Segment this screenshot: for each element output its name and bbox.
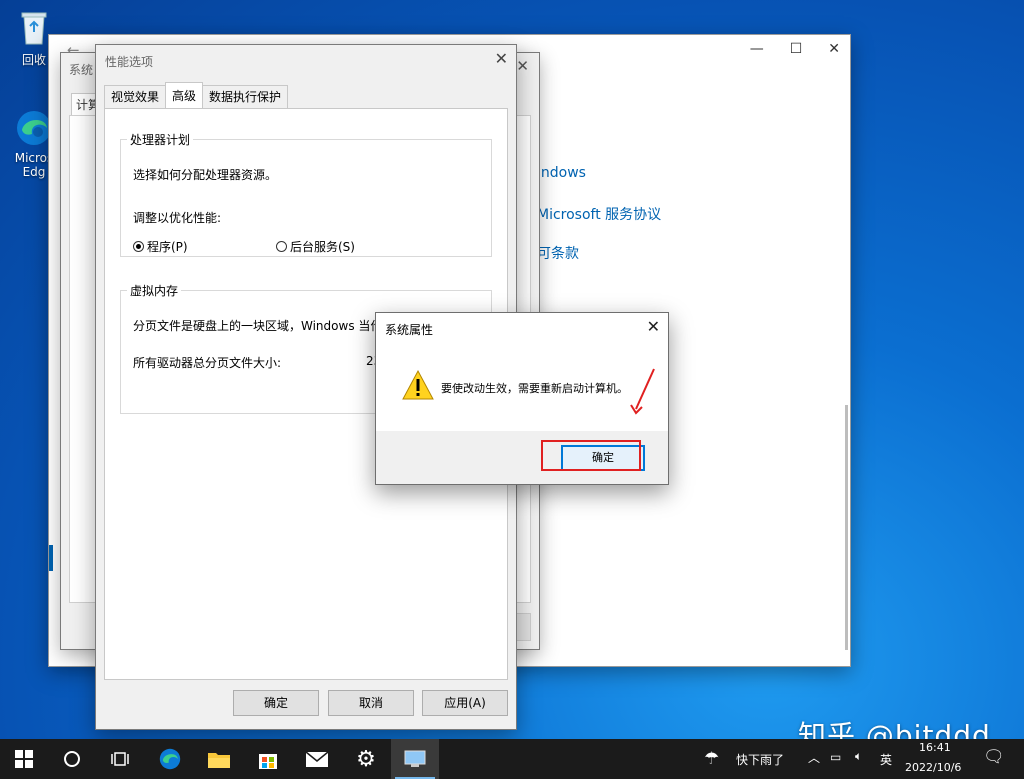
total-paging-label: 所有驱动器总分页文件大小:	[133, 356, 282, 370]
dialog-message: 要使改动生效，需要重新启动计算机。	[441, 382, 628, 395]
settings-link-service-agreement[interactable]: Microsoft 服务协议	[537, 204, 661, 243]
tab-dep[interactable]: 数据执行保护	[202, 85, 289, 108]
weather-text[interactable]: 快下雨了	[736, 751, 784, 768]
maximize-icon[interactable]: ☐	[790, 41, 803, 57]
folder-icon	[208, 753, 230, 768]
task-view-icon	[111, 752, 129, 766]
close-icon[interactable]: ✕	[828, 41, 840, 57]
taskbar-edge[interactable]	[146, 739, 194, 779]
clock-time[interactable]: 16:41	[919, 741, 951, 754]
ok-button[interactable]: 确定	[233, 690, 319, 716]
taskbar-system-properties[interactable]	[391, 739, 439, 779]
processor-scheduling-group: 处理器计划 选择如何分配处理器资源。 调整以优化性能: 程序(P) 后台服务(S…	[120, 131, 492, 257]
dialog-title: 性能选项	[105, 55, 154, 69]
search-button[interactable]	[48, 739, 96, 779]
highlight-box	[541, 440, 641, 471]
chevron-up-icon[interactable]: ︿	[808, 749, 820, 766]
radio-programs[interactable]: 程序(P)	[133, 238, 188, 255]
tab-advanced[interactable]: 高级	[165, 82, 204, 108]
close-icon[interactable]: ✕	[647, 317, 660, 336]
computer-icon	[404, 750, 426, 767]
nav-accent-bar	[49, 545, 53, 571]
edge-icon	[159, 748, 181, 770]
radio-label: 程序(P)	[147, 240, 188, 254]
group-legend: 处理器计划	[130, 133, 191, 147]
scrollbar[interactable]	[845, 405, 848, 650]
annotation-arrow-icon	[630, 368, 655, 415]
taskbar-file-explorer[interactable]	[195, 739, 243, 779]
network-icon[interactable]: ▭	[830, 750, 841, 764]
gear-icon: ⚙	[356, 746, 376, 772]
mail-icon	[305, 751, 329, 767]
taskbar-mail[interactable]	[293, 739, 341, 779]
weather-umbrella-icon[interactable]: ☂	[704, 749, 719, 769]
notification-icon[interactable]: 🗨︎	[983, 747, 1005, 767]
minimize-icon[interactable]: —	[750, 41, 764, 57]
restart-required-dialog: 系统属性 ✕ 要使改动生效，需要重新启动计算机。 确定	[375, 312, 669, 485]
settings-link-windows[interactable]: indows	[537, 165, 661, 204]
taskbar-store[interactable]	[244, 739, 292, 779]
radio-label: 后台服务(S)	[290, 240, 355, 254]
settings-link-terms[interactable]: 可条款	[537, 243, 661, 282]
taskbar-settings[interactable]: ⚙	[342, 739, 390, 779]
tab-visual-effects[interactable]: 视觉效果	[104, 85, 167, 108]
warning-icon	[401, 369, 435, 401]
ime-indicator[interactable]: 英	[880, 751, 892, 768]
apply-button[interactable]: 应用(A)	[422, 690, 508, 716]
close-icon[interactable]: ✕	[495, 49, 508, 68]
volume-icon[interactable]: 🔈︎	[855, 749, 862, 764]
cancel-button[interactable]: 取消	[328, 690, 414, 716]
store-icon	[259, 754, 277, 769]
close-icon[interactable]: ✕	[516, 57, 529, 75]
task-view-button[interactable]	[96, 739, 144, 779]
radio-dot[interactable]	[276, 241, 287, 252]
windows-logo-icon	[15, 750, 33, 768]
search-circle-icon	[64, 751, 80, 767]
start-button[interactable]	[0, 739, 48, 779]
adjust-label: 调整以优化性能:	[133, 211, 222, 225]
radio-dot[interactable]	[133, 241, 144, 252]
group-legend: 虚拟内存	[130, 284, 179, 298]
clock-date[interactable]: 2022/10/6	[905, 761, 961, 774]
dialog-title: 系统属性	[385, 323, 434, 337]
taskbar: ⚙ ☂ 快下雨了 ︿ ▭ 🔈︎ 英 16:41 2022/10/6 🗨︎	[0, 739, 1024, 779]
group-description: 选择如何分配处理器资源。	[133, 168, 278, 182]
radio-background-services[interactable]: 后台服务(S)	[276, 238, 355, 255]
window-title: 系统	[69, 63, 94, 77]
